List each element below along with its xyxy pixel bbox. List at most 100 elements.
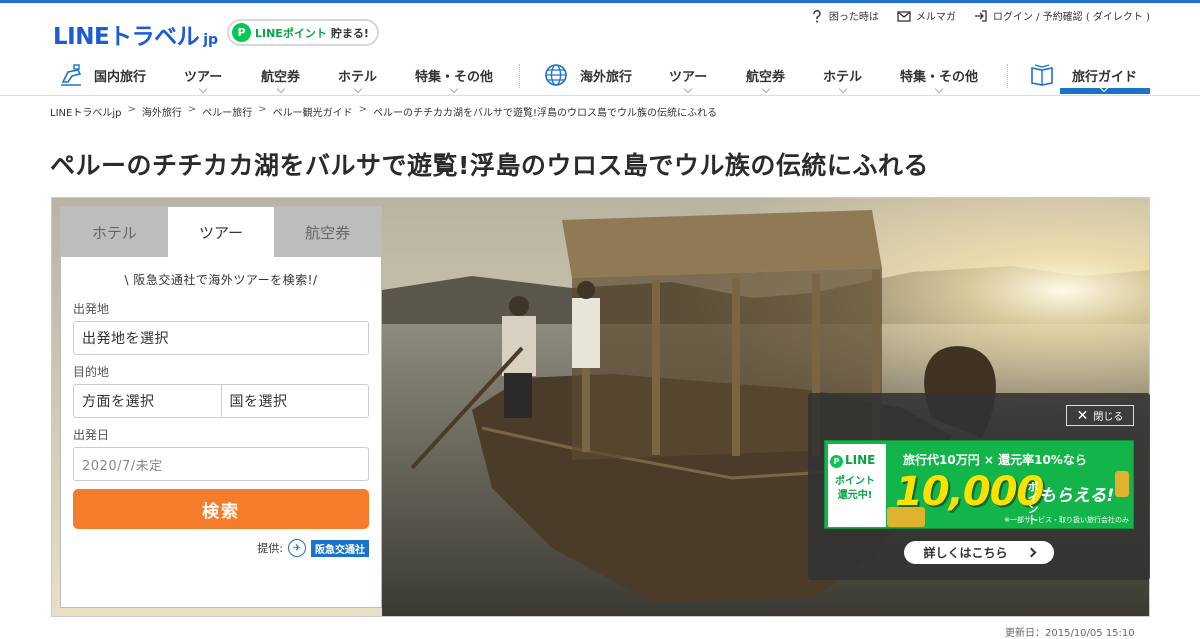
help-link[interactable]: 困った時は [810,8,879,23]
nav-overseas-hotel[interactable]: ホテル [823,56,862,94]
chevron-right-icon [1026,547,1036,558]
promo-banner[interactable]: P LINE ポイント 還元中! 旅行代10万円 × 還元率10%なら 10,0… [824,440,1134,529]
nav-overseas-tour-label: ツアー [669,69,708,85]
search-button[interactable]: 検索 [73,489,369,529]
chevron-down-icon [449,84,459,94]
search-catchphrase: \ 阪急交通社で海外ツアーを検索!/ [124,273,318,287]
chevron-down-icon [683,84,693,94]
nav-overseas-special-label: 特集・その他 [900,69,979,85]
line-point-icon: P [232,23,251,42]
chevron-down-icon [353,84,362,94]
departure-date-input[interactable]: 2020/7/未定 [73,447,369,481]
close-icon: ✕ [1076,407,1089,424]
destination-label: 目的地 [73,365,110,379]
newsletter-link-label: メルマガ [915,12,956,23]
banner-line-word: LINE [845,453,876,467]
destination-area-select[interactable]: 方面を選択 [73,384,222,418]
site-logo[interactable]: LINEトラベル jp [53,17,218,51]
departure-select[interactable]: 出発地を選択 [73,321,369,355]
page-title: ペルーのチチカカ湖をバルサで遊覧!浮島のウロス島でウル族の伝統にふれる [50,151,929,180]
banner-left-line1: ポイント [835,476,875,487]
nav-overseas-label: 海外旅行 [580,69,633,85]
chevron-down-icon [198,84,208,94]
banner-headline: 旅行代10万円 × 還元率10%なら [903,453,1087,467]
tab-tour[interactable]: ツアー [167,207,275,257]
provider-label: 提供: [257,542,283,555]
nav-divider-line [0,95,1200,96]
close-button[interactable]: ✕ 閉じる [1066,405,1134,426]
breadcrumb-item[interactable]: 海外旅行 [142,104,182,119]
nav-domestic-air-label: 航空券 [261,69,301,85]
updated-date: 更新日：2015/10/05 15:10 [1005,628,1135,639]
breadcrumb-separator: > [358,104,368,115]
tab-air[interactable]: 航空券 [274,207,382,257]
breadcrumb-separator: > [187,104,197,115]
nav-domestic-air[interactable]: 航空券 [261,56,300,94]
nav-domestic-hotel[interactable]: ホテル [338,56,377,94]
banner-note: ※一部サービス・取り扱い旅行会社のみ [1004,516,1129,524]
chevron-down-icon [761,84,770,94]
nav-domestic[interactable]: 国内旅行 [58,56,146,94]
banner-left-line2: 還元中! [837,490,873,501]
book-icon [1031,64,1053,86]
nav-domestic-tour-label: ツアー [184,69,223,85]
close-button-label: 閉じる [1093,412,1124,423]
breadcrumb-item[interactable]: ペルー旅行 [202,104,252,119]
point-badge-line-text: LINEポイント [255,26,327,40]
breadcrumb: LINEトラベルjp > 海外旅行 > ペルー旅行 > ペルー観光ガイド > ペ… [50,104,717,119]
nav-overseas-hotel-label: ホテル [823,69,863,85]
search-tabs: ホテル ツアー 航空券 [61,207,382,257]
chevron-down-icon [934,84,944,94]
departure-label: 出発地 [73,302,110,316]
nav-overseas[interactable]: 海外旅行 [544,56,632,94]
banner-amount: 10,000 [895,469,1044,515]
nav-domestic-special[interactable]: 特集・その他 [415,56,493,94]
chevron-down-icon [276,84,285,94]
line-point-icon: P [830,455,843,468]
hankyu-logo-icon: ✈ [288,539,306,557]
line-point-badge[interactable]: P LINEポイント 貯まる! [227,19,379,46]
provider-credit: 提供: ✈ 阪急交通社 [73,539,369,557]
point-badge-rest-text: 貯まる! [330,26,369,40]
coin-stack-icon [1115,471,1129,497]
train-icon [61,64,82,86]
destination-row: 方面を選択 国を選択 [73,384,369,418]
provider-name: 阪急交通社 [311,539,369,557]
nav-overseas-special[interactable]: 特集・その他 [900,56,978,94]
login-icon [974,9,987,22]
banner-left-text: ポイント 還元中! [829,475,881,503]
login-link[interactable]: ログイン / 予約確認 ( ダイレクト ) [974,8,1150,23]
line-point-promo-popup: ✕ 閉じる P LINE ポイント 還元中! 旅行代10万円 × 還元率10%な… [808,393,1150,580]
detail-button-label: 詳しくはこちら [923,546,1008,560]
nav-overseas-air-label: 航空券 [746,69,786,85]
top-accent-bar [0,0,1200,3]
help-link-label: 困った時は [828,12,879,23]
nav-domestic-tour[interactable]: ツアー [184,56,222,94]
nav-guide-label: 旅行ガイド [1072,69,1138,85]
logo-text: LINEトラベル [53,24,200,50]
breadcrumb-current: ペルーのチチカカ湖をバルサで遊覧!浮島のウロス島でウル族の伝統にふれる [373,108,718,119]
newsletter-link[interactable]: メルマガ [897,8,956,23]
help-icon [813,9,821,22]
destination-country-select[interactable]: 国を選択 [221,384,369,418]
utility-links: 困った時は メルマガ ログイン / 予約確認 ( ダイレクト ) [810,8,1150,23]
nav-domestic-label: 国内旅行 [94,69,147,85]
search-form: \ 阪急交通社で海外ツアーを検索!/ 出発地 出発地を選択 目的地 方面を選択 … [61,257,381,557]
breadcrumb-separator: > [127,104,136,115]
breadcrumb-item[interactable]: LINEトラベルjp [50,104,121,119]
mail-icon [897,10,911,22]
nav-overseas-tour[interactable]: ツアー [669,56,707,94]
breadcrumb-separator: > [258,104,267,115]
detail-button[interactable]: 詳しくはこちら [904,541,1054,564]
nav-overseas-air[interactable]: 航空券 [746,56,785,94]
nav-domestic-hotel-label: ホテル [338,69,378,85]
nav-divider [1007,64,1008,88]
breadcrumb-item[interactable]: ペルー観光ガイド [273,104,353,119]
tab-hotel[interactable]: ホテル [61,207,168,257]
tour-search-panel: ホテル ツアー 航空券 \ 阪急交通社で海外ツアーを検索!/ 出発地 出発地を選… [60,206,382,608]
nav-divider [519,64,520,88]
chevron-down-icon [838,84,847,94]
logo-suffix: jp [203,32,219,48]
globe-icon [545,64,567,86]
login-link-label: ログイン / 予約確認 ( ダイレクト ) [992,12,1150,23]
